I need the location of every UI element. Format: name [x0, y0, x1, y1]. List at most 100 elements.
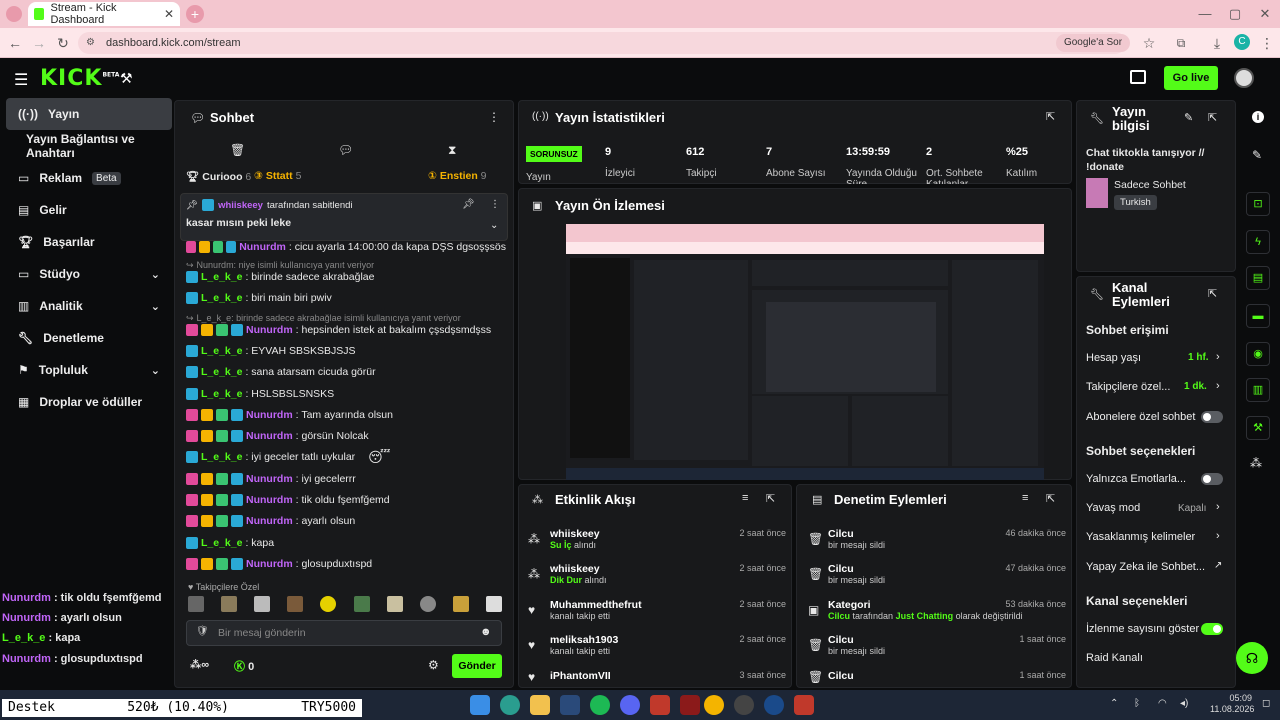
tab-menu-icon[interactable] [6, 6, 22, 22]
filter-icon[interactable]: ≡ [742, 492, 748, 504]
close-tab-icon[interactable]: ✕ [164, 7, 174, 21]
emote-icon[interactable] [188, 596, 204, 612]
settings-gear-icon[interactable]: ⚙ [428, 658, 439, 672]
user-avatar[interactable] [1234, 68, 1254, 88]
new-tab-button[interactable]: + [186, 5, 204, 23]
points-display[interactable]: ⁂∞ [190, 658, 209, 671]
sidebar-item-stream-key[interactable]: Yayın Bağlantısı ve Anahtarı [6, 130, 172, 162]
extensions-icon[interactable]: ⧉ [1172, 34, 1190, 52]
emotes-only-toggle[interactable] [1201, 473, 1223, 485]
emote-icon[interactable] [353, 596, 370, 612]
popout-icon[interactable]: ⇱ [766, 492, 775, 505]
edit-pencil-icon[interactable]: ✎ [1184, 111, 1193, 124]
chevron-down-icon[interactable]: ⌄ [490, 220, 498, 231]
notification-icon[interactable]: ◻ [1262, 698, 1270, 709]
close-window-button[interactable]: ✕ [1250, 4, 1280, 24]
pinned-menu-icon[interactable]: ⋮ [490, 199, 500, 210]
site-settings-icon[interactable]: ⚙ [86, 37, 98, 49]
info-icon[interactable]: i [1252, 111, 1264, 123]
emote-icon[interactable] [386, 596, 403, 612]
obs-icon[interactable] [1130, 70, 1146, 84]
chat-menu-icon[interactable]: ⋮ [488, 110, 500, 124]
emote-icon[interactable] [419, 596, 436, 612]
forward-icon[interactable]: → [30, 34, 48, 52]
sidebar-item-droplar[interactable]: ▦ Droplar ve ödüller [6, 386, 172, 418]
show-viewers-toggle[interactable] [1201, 623, 1223, 635]
hourglass-icon[interactable]: ⧗ [448, 143, 456, 158]
spotify-icon[interactable] [590, 695, 610, 715]
chat-mode-icon[interactable]: 💬︎ [338, 143, 353, 157]
file-explorer-icon[interactable] [530, 695, 550, 715]
clip-icon[interactable]: ⊡ [1246, 192, 1270, 216]
sidebar-item-topluluk[interactable]: ⚑ Topluluk ⌄ [6, 354, 172, 386]
clock[interactable]: 05:09 11.08.2026 [1210, 693, 1254, 715]
emote-icon[interactable] [221, 596, 238, 612]
back-icon[interactable]: ← [6, 34, 24, 52]
sidebar-item-gelir[interactable]: ▤ Gelir [6, 194, 172, 226]
obs-taskbar-icon[interactable] [734, 695, 754, 715]
hammer-icon[interactable]: ⚒ [120, 70, 133, 87]
popout-icon[interactable]: ⇱ [1046, 110, 1055, 123]
browser-tab[interactable]: Stream - Kick Dashboard ✕ [28, 2, 180, 26]
volume-icon[interactable]: ◂) [1180, 698, 1188, 709]
trash-icon[interactable]: 🗑︎ [230, 143, 245, 157]
bluetooth-icon[interactable]: ᛒ [1134, 698, 1140, 709]
broadcast-icon[interactable]: ◉ [1246, 342, 1270, 366]
popout-icon[interactable]: ⇱ [1046, 492, 1055, 505]
chevron-right-icon[interactable]: › [1216, 501, 1220, 513]
emote-icon[interactable] [452, 596, 469, 612]
raid-row[interactable]: Raid Kanalı [1086, 652, 1226, 664]
tray-chevron-icon[interactable]: ⌃ [1110, 698, 1118, 709]
layout-icon[interactable]: ▥ [1246, 378, 1270, 402]
emote-icon[interactable] [287, 596, 304, 612]
subs-only-toggle[interactable] [1201, 411, 1223, 423]
url-bar[interactable]: dashboard.kick.com/stream [78, 32, 1126, 54]
emote-icon[interactable] [320, 596, 337, 612]
start-icon[interactable] [470, 695, 490, 715]
ea-icon[interactable] [764, 695, 784, 715]
chevron-right-icon[interactable]: › [1216, 530, 1220, 542]
hamburger-menu-icon[interactable]: ☰ [14, 70, 28, 90]
emoji-icon[interactable]: ☻ [480, 626, 492, 638]
sidebar-item-yayin[interactable]: ((·)) Yayın [6, 98, 172, 130]
support-headset-icon[interactable]: ☊ [1236, 642, 1268, 674]
wrench-icon[interactable]: ⚒ [1246, 416, 1270, 440]
sidebar-item-basarilar[interactable]: 🏆︎ Başarılar [6, 226, 172, 258]
banned-words-row[interactable]: Yasaklanmış kelimeler [1086, 531, 1226, 543]
download-icon[interactable]: ⤓ [1208, 34, 1226, 52]
go-live-button[interactable]: Go live [1164, 66, 1218, 90]
bookmark-star-icon[interactable]: ☆ [1140, 34, 1158, 52]
send-button[interactable]: Gönder [452, 654, 502, 678]
emote-icon[interactable] [254, 596, 271, 612]
reload-icon[interactable]: ↻ [54, 34, 72, 52]
app-icon[interactable] [680, 695, 700, 715]
browser-menu-icon[interactable]: ⋮ [1258, 34, 1276, 52]
steam-icon[interactable] [560, 695, 580, 715]
sidebar-item-denetleme[interactable]: 🔧︎ Denetleme [6, 322, 172, 354]
lightning-icon[interactable]: ϟ [1246, 230, 1270, 254]
document-icon[interactable]: ▤ [1246, 266, 1270, 290]
edge-icon[interactable] [500, 695, 520, 715]
emote-icon[interactable] [485, 596, 502, 612]
edit-pencil-icon[interactable]: ✎ [1252, 148, 1262, 162]
external-link-icon[interactable]: ↗ [1214, 560, 1222, 571]
chat-bubble-icon[interactable]: ▬ [1246, 304, 1270, 328]
stream-preview-video[interactable] [566, 224, 1044, 480]
sidebar-item-reklam[interactable]: ▭ Reklam Beta [6, 162, 172, 194]
profile-avatar[interactable]: C [1234, 34, 1250, 50]
unpin-icon[interactable]: 📌︎ [462, 199, 475, 210]
sidebar-item-analitik[interactable]: ▥ Analitik ⌄ [6, 290, 172, 322]
discord-icon[interactable] [620, 695, 640, 715]
emote-bar[interactable] [188, 596, 502, 614]
chevron-right-icon[interactable]: › [1216, 380, 1220, 392]
popout-icon[interactable]: ⇱ [1208, 111, 1217, 124]
sidebar-item-studyo[interactable]: ▭ Stüdyo ⌄ [6, 258, 172, 290]
ai-chat-row[interactable]: Yapay Zeka ile Sohbet... [1086, 561, 1226, 573]
chevron-right-icon[interactable]: › [1216, 351, 1220, 363]
popout-icon[interactable]: ⇱ [1208, 287, 1217, 300]
filter-icon[interactable]: ≡ [1022, 492, 1028, 504]
app-icon[interactable] [650, 695, 670, 715]
drops-icon[interactable]: ⁂ [1250, 456, 1262, 470]
wifi-icon[interactable]: ◠ [1158, 698, 1167, 709]
google-search-button[interactable]: Google'a Sor [1056, 34, 1130, 52]
